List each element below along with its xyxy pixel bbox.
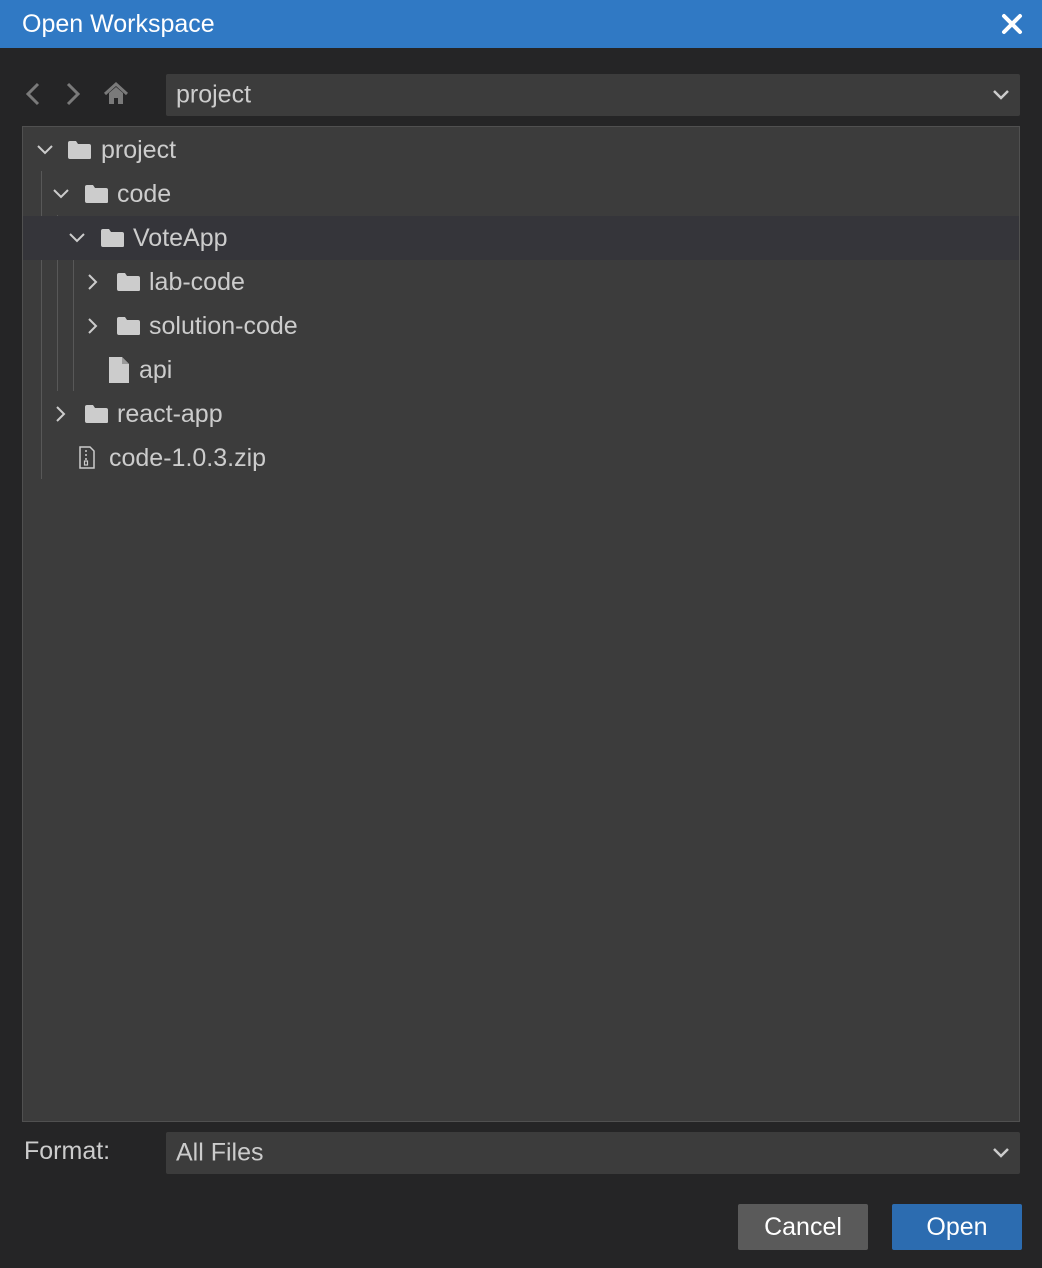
open-button[interactable]: Open <box>892 1204 1022 1250</box>
chevron-down-icon <box>992 1144 1010 1162</box>
chevron-right-icon[interactable] <box>84 273 102 291</box>
dialog-title: Open Workspace <box>22 10 215 38</box>
chevron-right-icon[interactable] <box>84 317 102 335</box>
format-label: Format: <box>24 1137 111 1165</box>
folder-icon <box>100 228 125 248</box>
chevron-right-icon[interactable] <box>52 405 70 423</box>
chevron-down-icon <box>992 86 1010 104</box>
tree-item-label: react-app <box>117 400 223 428</box>
folder-icon <box>84 404 109 424</box>
tree-item-voteapp[interactable]: VoteApp <box>23 216 1019 260</box>
chevron-down-icon[interactable] <box>36 141 54 159</box>
file-icon <box>108 356 130 384</box>
close-icon[interactable] <box>1000 12 1024 36</box>
format-dropdown[interactable]: All Files <box>166 1132 1020 1174</box>
chevron-down-icon[interactable] <box>52 185 70 203</box>
tree-item-label: api <box>139 356 173 384</box>
tree-item-label: code-1.0.3.zip <box>109 444 267 472</box>
dialog-titlebar: Open Workspace <box>0 0 1042 48</box>
tree-item-label: lab-code <box>149 268 245 296</box>
tree-item-label: project <box>101 136 177 164</box>
location-value: project <box>176 80 252 109</box>
chevron-left-icon[interactable] <box>20 80 48 108</box>
format-value: All Files <box>176 1138 264 1167</box>
folder-icon <box>84 184 109 204</box>
file-tree: project code VoteApp lab-code solution-c… <box>22 126 1020 1122</box>
home-icon[interactable] <box>102 80 130 108</box>
tree-item-api[interactable]: api <box>23 348 1019 392</box>
tree-item-project[interactable]: project <box>23 128 1019 172</box>
chevron-down-icon[interactable] <box>68 229 86 247</box>
tree-item-react-app[interactable]: react-app <box>23 392 1019 436</box>
chevron-right-icon[interactable] <box>58 80 86 108</box>
tree-item-label: code <box>117 180 172 208</box>
tree-item-code[interactable]: code <box>23 172 1019 216</box>
location-dropdown[interactable]: project <box>166 74 1020 116</box>
tree-item-label: VoteApp <box>133 224 228 252</box>
tree-item-lab-code[interactable]: lab-code <box>23 260 1019 304</box>
tree-item-code-zip[interactable]: code-1.0.3.zip <box>23 436 1019 480</box>
folder-icon <box>116 272 141 292</box>
cancel-button[interactable]: Cancel <box>738 1204 868 1250</box>
tree-item-solution-code[interactable]: solution-code <box>23 304 1019 348</box>
zip-file-icon <box>77 446 97 470</box>
tree-item-label: solution-code <box>149 312 298 340</box>
folder-icon <box>116 316 141 336</box>
folder-icon <box>67 140 92 160</box>
